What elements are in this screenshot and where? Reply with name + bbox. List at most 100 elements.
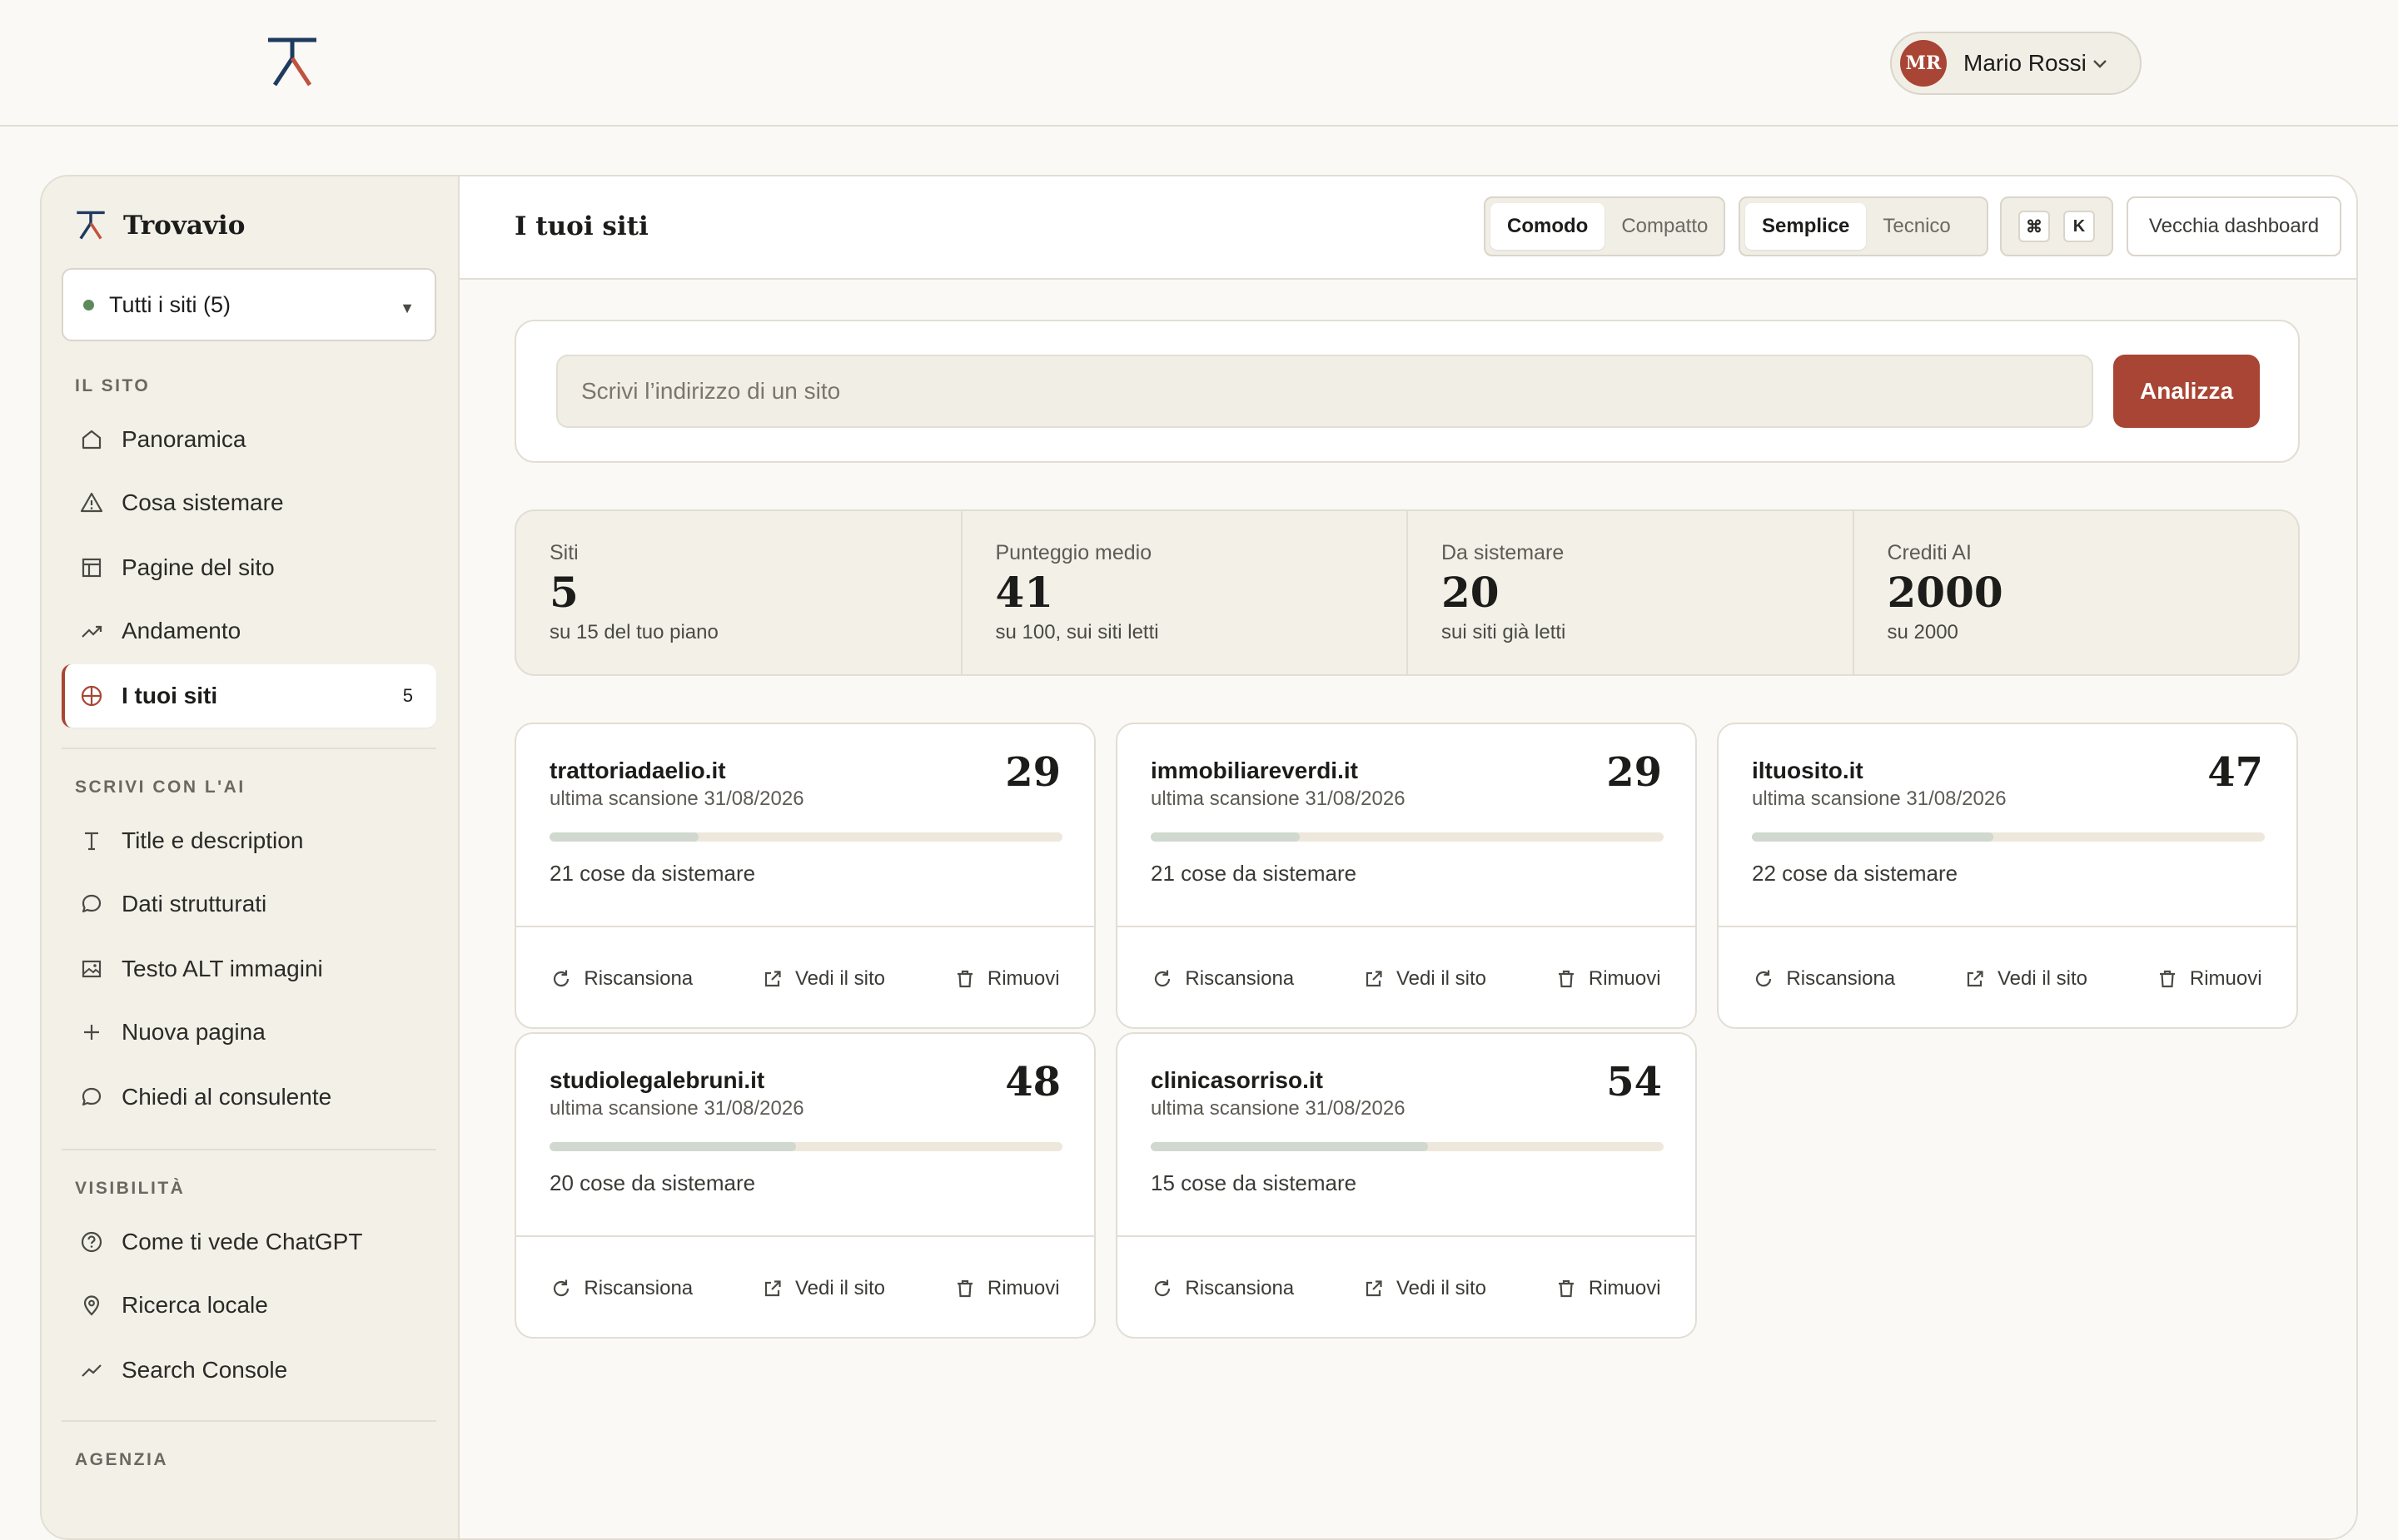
site-domain[interactable]: studiolegalebruni.it <box>550 1067 764 1094</box>
view-site-label: Vedi il sito <box>794 967 886 990</box>
external-link-icon <box>1363 1278 1396 1299</box>
rescan-button[interactable]: Riscansiona <box>550 967 693 991</box>
last-scan-date: ultima scansione 31/08/2026 <box>550 1097 804 1120</box>
brand-name: Trovavio <box>123 211 246 241</box>
score-progress-bar <box>1151 832 1664 842</box>
sidebar-item-search-console[interactable]: Search Console <box>62 1339 436 1402</box>
issues-count: 15 cose da sistemare <box>1151 1170 1357 1195</box>
stat-sub: su 100, sui siti letti <box>995 621 1159 643</box>
rescan-label: Riscansiona <box>1786 967 1896 990</box>
remove-label: Rimuovi <box>987 967 1060 990</box>
site-domain[interactable]: iltuosito.it <box>1752 758 1863 784</box>
site-domain[interactable]: trattoriadaelio.it <box>550 758 726 784</box>
section-title-visibilita: VISIBILITÀ <box>75 1179 186 1198</box>
status-dot <box>83 299 94 310</box>
remove-label: Rimuovi <box>1588 967 1661 990</box>
pin-icon <box>80 1294 103 1317</box>
help-circle-icon <box>80 1230 103 1254</box>
remove-site-button[interactable]: Rimuovi <box>2157 967 2262 991</box>
count-badge: 5 <box>402 685 413 706</box>
sidebar-item-chiedi-consulente[interactable]: Chiedi al consulente <box>62 1066 436 1129</box>
stat-punteggio-medio: Punteggio medio 41 su 100, sui siti lett… <box>963 511 1408 674</box>
user-menu[interactable]: MR Mario Rossi <box>1890 32 2142 95</box>
command-palette-button[interactable]: ⌘ K <box>2000 196 2113 256</box>
score-progress-fill <box>550 832 699 842</box>
trash-icon <box>954 968 988 990</box>
stat-sub: su 2000 <box>1887 621 1958 643</box>
remove-site-button[interactable]: Rimuovi <box>1555 1277 1661 1300</box>
rescan-button[interactable]: Riscansiona <box>1152 967 1294 991</box>
site-domain[interactable]: clinicasorriso.it <box>1151 1067 1323 1094</box>
stat-label: Crediti AI <box>1887 541 1972 564</box>
view-site-button[interactable]: Vedi il sito <box>762 967 885 991</box>
sidebar-item-panoramica[interactable]: Panoramica <box>62 408 436 471</box>
divider <box>62 1149 436 1150</box>
score-progress-fill <box>1151 1142 1428 1151</box>
refresh-icon <box>1753 968 1786 990</box>
sidebar-item-dati-strutturati[interactable]: Dati strutturati <box>62 872 436 936</box>
stat-value: 5 <box>550 568 579 617</box>
density-comodo-button[interactable]: Comodo <box>1490 203 1605 250</box>
view-site-button[interactable]: Vedi il sito <box>762 1277 885 1300</box>
top-bar: MR Mario Rossi <box>0 0 2398 127</box>
site-score: 47 <box>2207 749 2263 796</box>
trend-line-icon <box>80 1359 103 1382</box>
sidebar-item-label: Panoramica <box>122 426 246 452</box>
view-site-label: Vedi il sito <box>1396 1277 1487 1299</box>
kbd-cmd: ⌘ <box>2018 211 2050 242</box>
stat-sub: su 15 del tuo piano <box>550 621 719 643</box>
layout-icon <box>80 556 103 579</box>
site-url-input[interactable] <box>556 355 2093 428</box>
sidebar-item-label: Dati strutturati <box>122 891 267 917</box>
site-selector-label: Tutti i siti (5) <box>109 291 231 317</box>
chat-icon <box>80 1085 103 1109</box>
site-domain[interactable]: immobiliareverdi.it <box>1151 758 1358 784</box>
refresh-icon <box>550 1278 584 1299</box>
sidebar-item-ricerca-locale[interactable]: Ricerca locale <box>62 1274 436 1337</box>
remove-site-button[interactable]: Rimuovi <box>1555 967 1661 991</box>
last-scan-date: ultima scansione 31/08/2026 <box>1151 787 1405 810</box>
globe-icon <box>80 684 103 708</box>
site-actions: Riscansiona Vedi il sito Rimuovi <box>516 1235 1094 1340</box>
remove-site-button[interactable]: Rimuovi <box>954 1277 1060 1300</box>
sidebar-item-andamento[interactable]: Andamento <box>62 599 436 663</box>
view-site-button[interactable]: Vedi il sito <box>1363 967 1486 991</box>
sidebar-item-testo-alt[interactable]: Testo ALT immagini <box>62 937 436 1001</box>
rescan-label: Riscansiona <box>1185 1277 1295 1299</box>
rescan-button[interactable]: Riscansiona <box>1753 967 1895 991</box>
site-actions: Riscansiona Vedi il sito Rimuovi <box>516 926 1094 1031</box>
view-site-label: Vedi il sito <box>1997 967 2088 990</box>
external-link-icon <box>762 968 795 990</box>
density-compatto-button[interactable]: Compatto <box>1604 203 1724 250</box>
stat-siti: Siti 5 su 15 del tuo piano <box>516 511 963 674</box>
image-icon <box>80 957 103 981</box>
mode-tecnico-button[interactable]: Tecnico <box>1866 203 1967 250</box>
analyze-button[interactable]: Analizza <box>2113 355 2260 428</box>
remove-label: Rimuovi <box>2189 967 2262 990</box>
score-progress-fill <box>550 1142 796 1151</box>
rescan-button[interactable]: Riscansiona <box>550 1277 693 1300</box>
rescan-button[interactable]: Riscansiona <box>1152 1277 1294 1300</box>
brand[interactable]: Trovavio <box>75 210 245 241</box>
external-link-icon <box>1363 968 1396 990</box>
view-site-button[interactable]: Vedi il sito <box>1363 1277 1486 1300</box>
sidebar-item-title-description[interactable]: Title e description <box>62 809 436 872</box>
score-progress-bar <box>550 1142 1062 1151</box>
avatar: MR <box>1900 40 1947 87</box>
sidebar-item-cosa-sistemare[interactable]: Cosa sistemare <box>62 471 436 534</box>
sidebar-item-nuova-pagina[interactable]: Nuova pagina <box>62 1001 436 1064</box>
external-link-icon <box>1964 968 1998 990</box>
mode-semplice-button[interactable]: Semplice <box>1745 203 1867 250</box>
site-selector[interactable]: Tutti i siti (5) ▼ <box>62 268 436 341</box>
issues-count: 21 cose da sistemare <box>1151 861 1357 886</box>
sidebar-item-i-tuoi-siti[interactable]: I tuoi siti 5 <box>62 664 436 728</box>
sidebar-item-chatgpt[interactable]: Come ti vede ChatGPT <box>62 1210 436 1274</box>
site-card-clinicasorriso-it: clinicasorriso.it ultima scansione 31/08… <box>1116 1032 1697 1339</box>
logo-icon[interactable] <box>265 37 320 88</box>
old-dashboard-button[interactable]: Vecchia dashboard <box>2127 196 2341 256</box>
score-progress-fill <box>1752 832 1993 842</box>
remove-site-button[interactable]: Rimuovi <box>954 967 1060 991</box>
sidebar-item-pagine-del-sito[interactable]: Pagine del sito <box>62 536 436 599</box>
rescan-label: Riscansiona <box>584 967 694 990</box>
view-site-button[interactable]: Vedi il sito <box>1964 967 2087 991</box>
